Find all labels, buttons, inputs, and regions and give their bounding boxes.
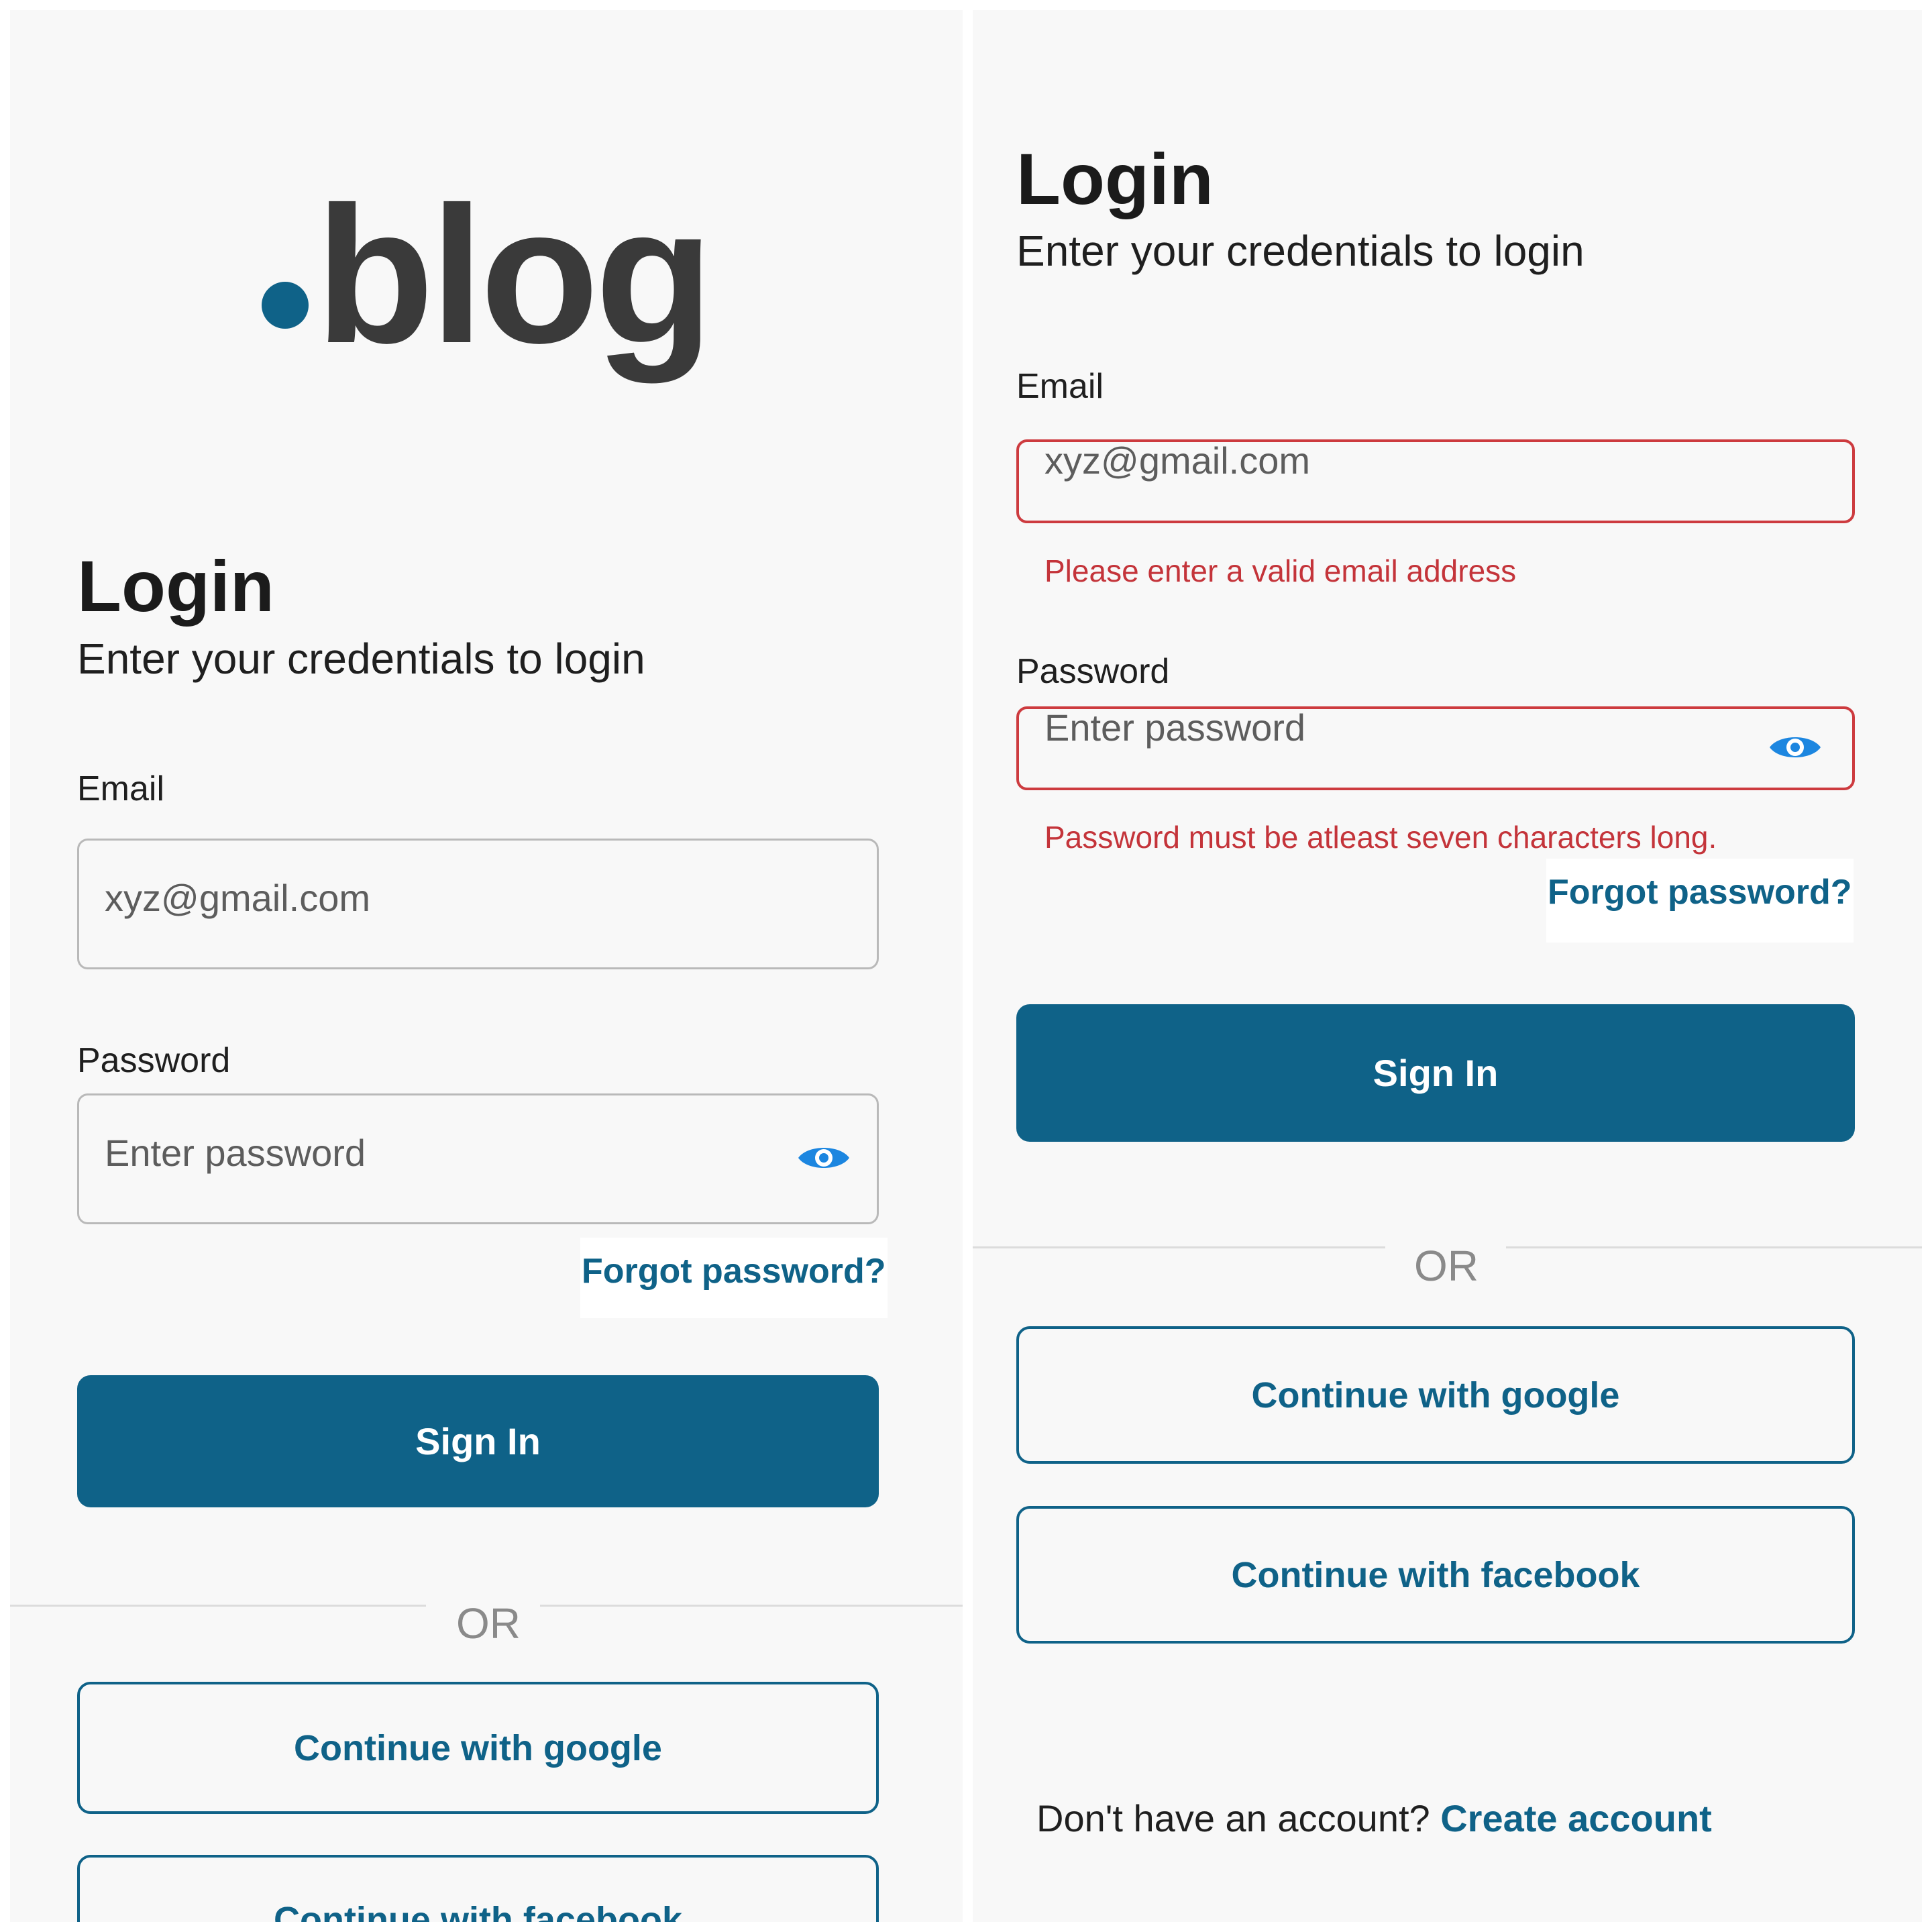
password-label: Password xyxy=(1016,652,1170,691)
page-subtitle: Enter your credentials to login xyxy=(1016,227,1585,275)
password-field[interactable]: Enter password xyxy=(1016,706,1855,790)
email-field[interactable]: xyz@gmail.com xyxy=(77,839,879,969)
continue-google-button[interactable]: Continue with google xyxy=(1016,1326,1855,1464)
password-error-message: Password must be atleast seven character… xyxy=(1044,820,1717,855)
page-title: Login xyxy=(1016,138,1214,219)
email-placeholder: xyz@gmail.com xyxy=(1044,439,1311,482)
email-error-message: Please enter a valid email address xyxy=(1044,553,1517,588)
sign-in-button[interactable]: Sign In xyxy=(1016,1004,1855,1142)
email-placeholder: xyz@gmail.com xyxy=(105,877,371,919)
password-placeholder: Enter password xyxy=(1044,706,1306,749)
logo-text: blog xyxy=(315,166,714,384)
create-account-link[interactable]: Create account xyxy=(1440,1797,1712,1839)
or-separator: OR xyxy=(456,1599,521,1648)
or-separator: OR xyxy=(1414,1242,1479,1290)
eye-icon[interactable] xyxy=(1768,732,1822,763)
divider-right xyxy=(540,1605,963,1607)
login-screen-errors: Login Enter your credentials to login Em… xyxy=(973,10,1922,1922)
continue-facebook-button[interactable]: Continue with facebook xyxy=(77,1855,879,1922)
signup-prompt: Don't have an account? xyxy=(1036,1797,1430,1839)
page-title: Login xyxy=(77,545,274,627)
email-label: Email xyxy=(77,769,165,808)
continue-google-button[interactable]: Continue with google xyxy=(77,1682,879,1814)
sign-in-button[interactable]: Sign In xyxy=(77,1375,879,1507)
email-field[interactable]: xyz@gmail.com xyxy=(1016,439,1855,523)
eye-icon[interactable] xyxy=(797,1142,851,1173)
page-subtitle: Enter your credentials to login xyxy=(77,635,645,683)
login-screen-initial: blog Login Enter your credentials to log… xyxy=(10,10,963,1922)
continue-facebook-label: Continue with facebook xyxy=(273,1900,682,1922)
divider-right xyxy=(1506,1246,1922,1248)
email-label: Email xyxy=(1016,367,1104,406)
divider-left xyxy=(10,1605,426,1607)
forgot-password-link[interactable]: Forgot password? xyxy=(580,1238,888,1318)
logo-dot xyxy=(262,282,309,329)
password-placeholder: Enter password xyxy=(105,1132,366,1174)
password-label: Password xyxy=(77,1041,231,1080)
forgot-password-link[interactable]: Forgot password? xyxy=(1546,859,1854,943)
password-field[interactable]: Enter password xyxy=(77,1093,879,1224)
divider-left xyxy=(973,1246,1385,1248)
signup-row: Don't have an account? Create account xyxy=(1036,1800,1712,1837)
continue-facebook-button[interactable]: Continue with facebook xyxy=(1016,1506,1855,1644)
